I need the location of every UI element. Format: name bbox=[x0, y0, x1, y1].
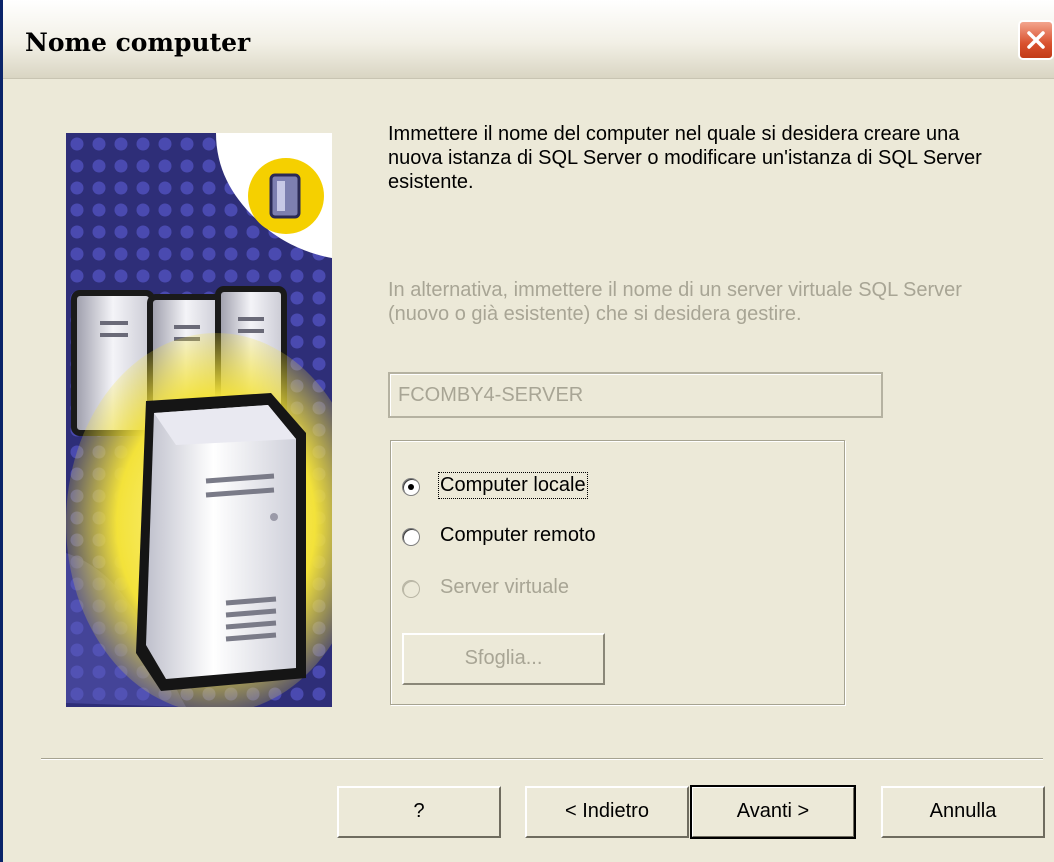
help-button[interactable]: ? bbox=[337, 786, 501, 838]
radio-button[interactable] bbox=[402, 528, 420, 546]
computer-name-field[interactable]: FCOMBY4-SERVER bbox=[388, 372, 883, 418]
radio-label-local: Computer locale bbox=[438, 472, 588, 499]
close-icon bbox=[1027, 31, 1045, 49]
dialog-window: Nome computer Immettere il nome del comp… bbox=[0, 0, 1054, 862]
back-button[interactable]: < Indietro bbox=[525, 786, 689, 838]
radio-button[interactable] bbox=[402, 478, 420, 496]
cancel-button[interactable]: Annulla bbox=[881, 786, 1045, 838]
separator-line bbox=[41, 758, 1043, 760]
next-button[interactable]: Avanti > bbox=[690, 785, 856, 839]
title-bar: Nome computer bbox=[3, 0, 1054, 79]
browse-button[interactable]: Sfoglia... bbox=[402, 633, 605, 685]
close-button[interactable] bbox=[1018, 20, 1054, 60]
alternative-instruction-text: In alternativa, immettere il nome di un … bbox=[388, 279, 962, 325]
dialog-title: Nome computer bbox=[25, 28, 251, 57]
instruction-text: Immettere il nome del computer nel quale… bbox=[388, 123, 982, 193]
radio-label-virtual: Server virtuale bbox=[440, 576, 569, 598]
radio-label-remote: Computer remoto bbox=[440, 524, 596, 546]
wizard-illustration bbox=[66, 133, 332, 707]
radio-button[interactable] bbox=[402, 580, 420, 598]
